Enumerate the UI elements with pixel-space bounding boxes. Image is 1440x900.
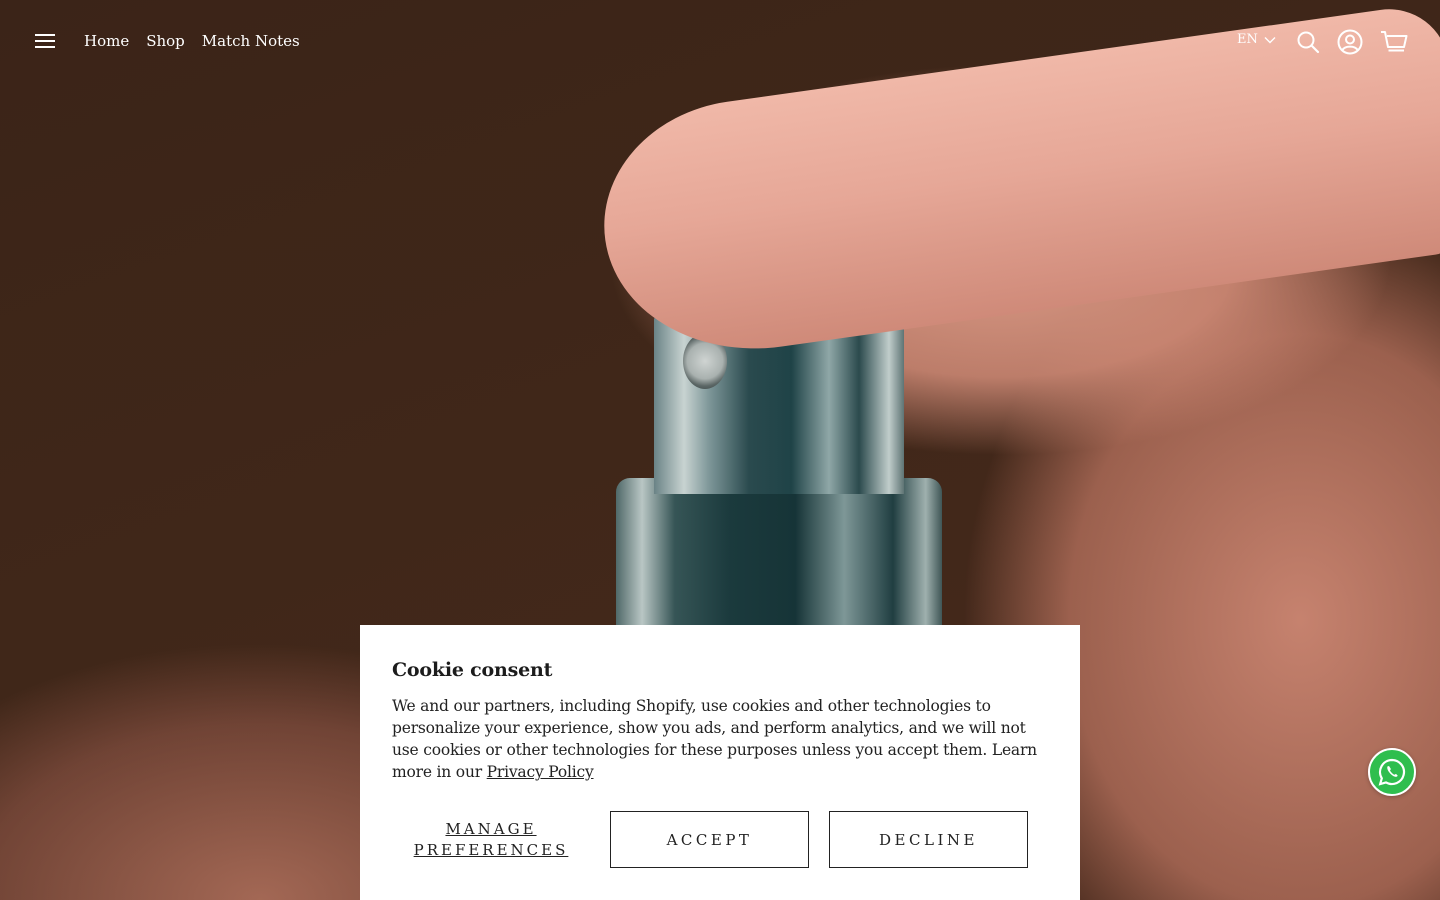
search-icon[interactable] xyxy=(1296,30,1320,54)
nav-shop-link[interactable]: Shop xyxy=(146,30,185,52)
decline-button[interactable]: DECLINE xyxy=(829,811,1028,868)
hamburger-icon[interactable] xyxy=(34,30,58,52)
language-selector[interactable]: EN xyxy=(1237,32,1276,47)
cookie-consent-dialog: Cookie consent We and our partners, incl… xyxy=(360,625,1080,900)
cookie-body: We and our partners, including Shopify, … xyxy=(392,695,1048,783)
privacy-policy-link[interactable]: Privacy Policy xyxy=(487,763,594,781)
whatsapp-button[interactable] xyxy=(1368,748,1416,796)
language-label: EN xyxy=(1237,32,1258,47)
cookie-title: Cookie consent xyxy=(392,659,553,681)
nav-home-link[interactable]: Home xyxy=(84,30,129,52)
site-header: Home Shop Match Notes EN xyxy=(0,0,1440,84)
whatsapp-icon xyxy=(1378,758,1406,786)
nav-match-notes-link[interactable]: Match Notes xyxy=(202,30,300,52)
cart-icon[interactable] xyxy=(1380,30,1408,54)
manage-preferences-button[interactable]: MANAGE PREFERENCES xyxy=(392,811,590,868)
sprayer-collar xyxy=(616,478,942,638)
accept-button[interactable]: ACCEPT xyxy=(610,811,809,868)
cookie-button-row: MANAGE PREFERENCES ACCEPT DECLINE xyxy=(392,811,1048,868)
chevron-down-icon xyxy=(1264,36,1276,43)
main-nav: Home Shop Match Notes xyxy=(84,30,300,52)
account-icon[interactable] xyxy=(1337,29,1363,55)
